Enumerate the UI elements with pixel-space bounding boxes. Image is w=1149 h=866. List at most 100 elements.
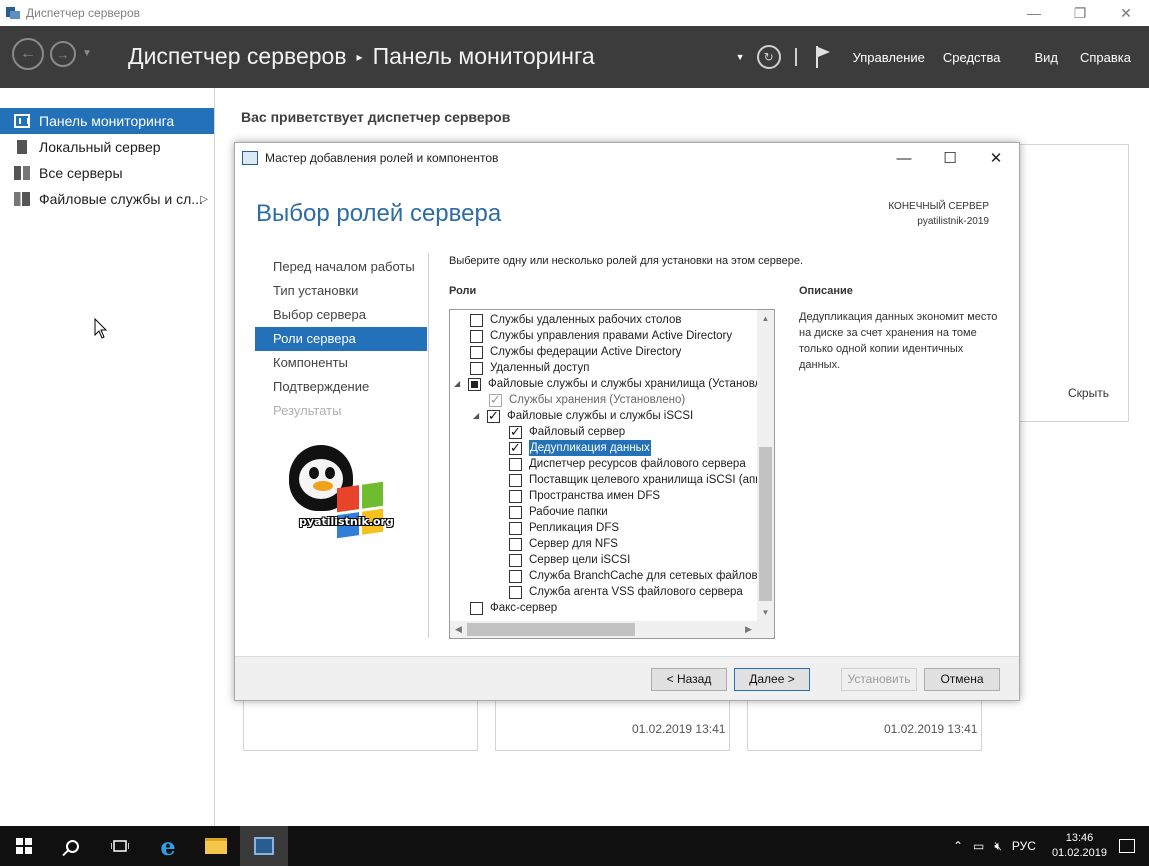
role-checkbox[interactable] [470, 601, 483, 615]
horizontal-scrollbar[interactable]: ◀ ▶ [450, 621, 774, 638]
network-icon[interactable]: ▭ [973, 839, 984, 853]
role-checkbox[interactable] [509, 457, 522, 471]
back-button[interactable]: ← [12, 38, 44, 70]
wizard-icon [242, 151, 258, 165]
role-checkbox[interactable] [468, 377, 481, 391]
role-checkbox[interactable] [470, 345, 483, 359]
role-tree-item[interactable]: Удаленный доступ [450, 360, 758, 376]
logo-text: pyatilistnik.org [299, 515, 394, 528]
role-checkbox[interactable] [509, 473, 522, 487]
server-manager-taskbar-button[interactable] [240, 826, 288, 866]
roles-tree[interactable]: Службы удаленных рабочих столов Службы уп… [449, 309, 775, 639]
chevron-right-icon[interactable]: ▷ [200, 194, 208, 205]
server-tile[interactable] [243, 700, 478, 751]
scrollbar-thumb[interactable] [759, 447, 772, 601]
role-tree-item[interactable]: Пространства имен DFS [450, 488, 758, 504]
menu-help[interactable]: Справка [1080, 50, 1131, 65]
role-checkbox[interactable] [509, 440, 522, 456]
file-explorer-button[interactable] [192, 826, 240, 866]
task-view-button[interactable] [96, 826, 144, 866]
role-checkbox[interactable] [509, 521, 522, 535]
add-roles-wizard-dialog: Мастер добавления ролей и компонентов — … [234, 142, 1020, 701]
role-checkbox[interactable] [509, 489, 522, 503]
breadcrumb-app[interactable]: Диспетчер серверов [128, 43, 347, 70]
breadcrumb: Диспетчер серверов ▸ Панель мониторинга [128, 43, 595, 70]
step-features[interactable]: Компоненты [255, 351, 427, 375]
dialog-minimize-button[interactable]: — [881, 143, 927, 173]
role-tree-item[interactable]: ◢ Файловые службы и службы iSCSI [450, 408, 758, 424]
chevron-up-icon[interactable]: ⌃ [953, 839, 963, 853]
next-button[interactable]: Далее > [734, 668, 810, 691]
role-tree-item[interactable]: Службы федерации Active Directory [450, 344, 758, 360]
hide-link[interactable]: Скрыть [1068, 386, 1109, 400]
dialog-maximize-button[interactable]: ☐ [927, 143, 973, 173]
back-button[interactable]: < Назад [651, 668, 727, 691]
role-tree-item[interactable]: Диспетчер ресурсов файлового сервера [450, 456, 758, 472]
role-tree-item[interactable]: Факс-сервер [450, 600, 758, 616]
role-tree-item[interactable]: Служба агента VSS файлового сервера [450, 584, 758, 600]
language-indicator[interactable]: РУС [1012, 839, 1036, 853]
role-checkbox[interactable] [470, 329, 483, 343]
step-before-you-begin[interactable]: Перед началом работы [255, 255, 427, 279]
role-checkbox[interactable] [509, 424, 522, 440]
forward-button[interactable]: → [50, 41, 76, 67]
role-tree-item[interactable]: Сервер для NFS [450, 536, 758, 552]
sidebar-item-dashboard[interactable]: Панель мониторинга [0, 108, 214, 134]
role-tree-item[interactable]: Рабочие папки [450, 504, 758, 520]
tree-expander-icon[interactable]: ◢ [473, 408, 483, 424]
role-tree-item[interactable]: Службы управления правами Active Directo… [450, 328, 758, 344]
sidebar-item-file-services[interactable]: Файловые службы и сл... ▷ [0, 186, 214, 212]
volume-muted-icon[interactable]: 🔇︎ [994, 839, 1002, 854]
menu-view[interactable]: Вид [1034, 50, 1058, 65]
start-button[interactable] [0, 826, 48, 866]
role-checkbox[interactable] [509, 553, 522, 567]
scroll-down-icon[interactable]: ▼ [757, 604, 774, 621]
role-tree-item[interactable]: Поставщик целевого хранилища iSCSI (аппа… [450, 472, 758, 488]
scroll-right-icon[interactable]: ▶ [740, 621, 757, 638]
menu-tools[interactable]: Средства [943, 50, 1001, 65]
role-checkbox[interactable] [470, 361, 483, 375]
notifications-flag-icon[interactable] [815, 46, 831, 68]
role-tree-item[interactable]: Файловый сервер [450, 424, 758, 440]
role-tree-item[interactable]: Сервер цели iSCSI [450, 552, 758, 568]
role-label: Файловые службы и службы хранилища (Уста… [488, 378, 758, 390]
role-checkbox[interactable] [509, 569, 522, 583]
step-server-selection[interactable]: Выбор сервера [255, 303, 427, 327]
role-checkbox[interactable] [509, 505, 522, 519]
dialog-close-button[interactable]: ✕ [973, 143, 1019, 173]
menu-manage[interactable]: Управление [853, 50, 925, 65]
vertical-scrollbar[interactable]: ▲ ▼ [757, 310, 774, 621]
taskbar: e ⌃ ▭ 🔇︎ РУС 13:46 01.02.2019 [0, 826, 1149, 866]
refresh-icon[interactable]: ↻ [756, 45, 781, 69]
role-checkbox[interactable] [509, 537, 522, 551]
cancel-button[interactable]: Отмена [924, 668, 1000, 691]
role-checkbox[interactable] [509, 585, 522, 599]
role-tree-item[interactable]: Службы удаленных рабочих столов [450, 312, 758, 328]
scroll-up-icon[interactable]: ▲ [757, 310, 774, 327]
role-tree-item[interactable]: ◢ Файловые службы и службы хранилища (Уст… [450, 376, 758, 392]
step-confirmation[interactable]: Подтверждение [255, 375, 427, 399]
role-checkbox[interactable] [470, 313, 483, 327]
role-checkbox[interactable] [487, 408, 500, 424]
history-dropdown[interactable]: ▼ [82, 48, 92, 59]
minimize-button[interactable]: — [1011, 0, 1057, 26]
tree-expander-icon[interactable]: ◢ [454, 376, 464, 392]
role-tree-item[interactable]: Служба BranchCache для сетевых файлов [450, 568, 758, 584]
sidebar-item-local-server[interactable]: Локальный сервер [0, 134, 214, 160]
action-center-icon[interactable] [1119, 839, 1135, 853]
clock[interactable]: 13:46 01.02.2019 [1052, 831, 1107, 861]
step-installation-type[interactable]: Тип установки [255, 279, 427, 303]
role-tree-item[interactable]: Репликация DFS [450, 520, 758, 536]
scrollbar-thumb[interactable] [467, 623, 635, 636]
role-tree-item[interactable]: Дедупликация данных [450, 439, 758, 457]
restore-button[interactable]: ❐ [1057, 0, 1103, 26]
breadcrumb-dropdown-icon[interactable]: ▼ [736, 52, 745, 62]
step-server-roles[interactable]: Роли сервера [255, 327, 427, 351]
search-button[interactable] [48, 826, 96, 866]
sidebar-item-all-servers[interactable]: Все серверы [0, 160, 214, 186]
scroll-left-icon[interactable]: ◀ [450, 621, 467, 638]
role-tree-item[interactable]: Службы хранения (Установлено) [450, 392, 758, 408]
internet-explorer-button[interactable]: e [144, 826, 192, 866]
window-titlebar: Диспетчер серверов — ❐ ✕ [0, 0, 1149, 26]
close-button[interactable]: ✕ [1103, 0, 1149, 26]
